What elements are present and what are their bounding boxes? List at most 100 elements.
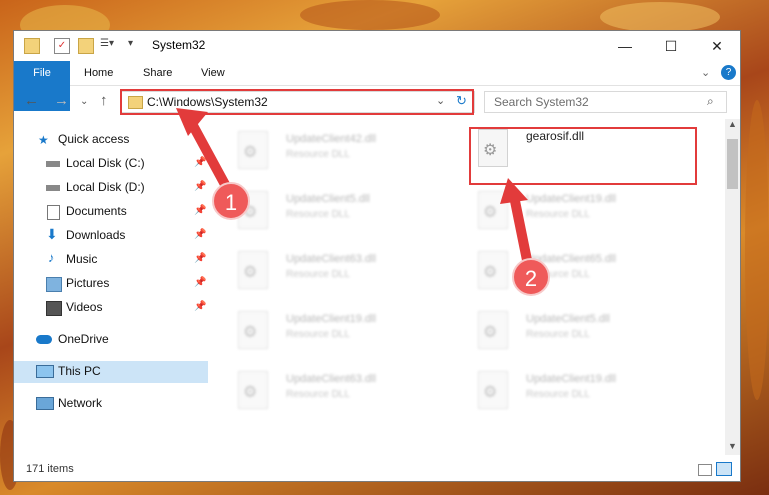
nav-item-label: Network [58,396,103,410]
dropdown-arrow-icon[interactable]: ▾ [128,38,142,52]
nav-item-local-disk-c[interactable]: Local Disk (C:) 📌 [14,153,208,175]
close-button[interactable]: ✕ [694,31,740,61]
file-item[interactable]: UpdateClient63.dll Resource DLL [230,247,460,297]
file-item[interactable]: UpdateClient19.dll Resource DLL [230,307,460,357]
nav-item-pictures[interactable]: Pictures 📌 [14,273,208,295]
background-leaf [600,2,720,32]
minimize-button[interactable]: — [602,31,648,61]
nav-item-music[interactable]: ♪ Music 📌 [14,249,208,271]
pin-icon[interactable]: 📌 [194,181,206,192]
file-item[interactable]: UpdateClient63.dll Resource DLL [230,367,460,417]
nav-item-local-disk-d[interactable]: Local Disk (D:) 📌 [14,177,208,199]
dll-file-icon [478,371,508,409]
file-type: Resource DLL [286,389,350,400]
dll-file-icon [238,131,268,169]
properties-icon[interactable]: ✓ [54,38,70,54]
dll-file-icon [238,251,268,289]
file-type: Resource DLL [526,329,590,340]
star-icon: ★ [38,133,49,147]
file-item[interactable]: UpdateClient5.dll Resource DLL [470,307,700,357]
tab-home[interactable]: Home [84,61,113,85]
dll-file-icon [238,311,268,349]
ribbon-tabs: File Home Share View ⌄ ? [14,61,740,111]
up-icon[interactable]: ↑ [100,92,108,109]
tab-share[interactable]: Share [143,61,172,85]
window-title: System32 [152,38,206,52]
file-name: UpdateClient63.dll [286,253,376,265]
file-name: UpdateClient19.dll [526,193,616,205]
nav-item-label: Documents [66,204,127,218]
file-type: Resource DLL [526,209,590,220]
nav-item-label: Local Disk (C:) [66,156,145,170]
nav-item-label: Downloads [66,228,126,242]
recent-locations-icon[interactable]: ⌄ [80,96,88,107]
file-item[interactable]: UpdateClient5.dll Resource DLL [230,187,460,237]
forward-icon[interactable]: → [54,92,69,109]
nav-item-label: Quick access [58,132,130,146]
pictures-icon [46,277,62,292]
pin-icon[interactable]: 📌 [194,205,206,216]
nav-item-network[interactable]: Network [14,393,208,415]
file-name: UpdateClient42.dll [286,133,376,145]
customize-toolbar-icon[interactable]: ☰▾ [100,38,114,52]
pin-icon[interactable]: 📌 [194,277,206,288]
file-item[interactable]: UpdateClient19.dll Resource DLL [470,187,700,237]
scroll-down-icon[interactable]: ▼ [728,441,737,451]
nav-item-downloads[interactable]: ⬇ Downloads 📌 [14,225,208,247]
pin-icon[interactable]: 📌 [194,157,206,168]
search-box[interactable]: Search System32 ⌕ [484,91,727,113]
nav-item-documents[interactable]: Documents 📌 [14,201,208,223]
file-type: Resource DLL [286,269,350,280]
pin-icon[interactable]: 📌 [194,253,206,264]
pin-icon[interactable]: 📌 [194,301,206,312]
nav-item-videos[interactable]: Videos 📌 [14,297,208,319]
file-item[interactable]: UpdateClient19.dll Resource DLL [470,367,700,417]
scrollbar-thumb[interactable] [727,139,738,189]
nav-item-onedrive[interactable]: OneDrive [14,329,208,351]
dll-file-icon [478,191,508,229]
file-type: Resource DLL [286,209,350,220]
details-view-icon[interactable] [698,464,712,476]
expand-ribbon-icon[interactable]: ⌄ [701,61,710,85]
nav-item-label: Videos [66,300,103,314]
file-name: UpdateClient19.dll [286,313,376,325]
nav-item-quick-access[interactable]: ★ Quick access [14,129,208,151]
folder-icon [24,38,40,54]
file-type: Resource DLL [286,329,350,340]
file-name: UpdateClient5.dll [286,193,370,205]
file-item[interactable]: UpdateClient65.dll Resource DLL [470,247,700,297]
videos-icon [46,301,62,316]
file-item[interactable]: UpdateClient42.dll Resource DLL [230,127,460,177]
nav-item-label: Pictures [66,276,110,290]
large-icons-view-icon[interactable] [716,462,732,476]
help-icon[interactable]: ? [721,65,736,80]
maximize-button[interactable]: ☐ [648,31,694,61]
cloud-icon [36,335,52,344]
vertical-scrollbar[interactable]: ▲ ▼ [725,119,740,455]
scroll-up-icon[interactable]: ▲ [728,119,737,129]
nav-item-label: Local Disk (D:) [66,180,145,194]
pin-icon[interactable]: 📌 [194,229,206,240]
file-name: UpdateClient5.dll [526,313,610,325]
new-folder-icon[interactable] [78,38,94,54]
dll-file-icon [238,371,268,409]
step-1-badge: 1 [212,182,250,220]
search-icon: ⌕ [707,94,714,108]
network-icon [36,397,54,410]
nav-item-this-pc[interactable]: This PC [14,361,208,383]
dll-file-icon [478,311,508,349]
nav-item-label: Music [66,252,98,266]
music-icon: ♪ [48,250,55,265]
navigation-pane: ★ Quick access Local Disk (C:) 📌 Local D… [14,125,210,455]
dll-file-icon [478,251,508,289]
documents-icon [47,205,60,220]
tab-view[interactable]: View [201,61,225,85]
drive-icon [46,185,60,191]
file-type: Resource DLL [286,149,350,160]
back-icon[interactable]: ← [24,92,39,109]
file-name: UpdateClient63.dll [286,373,376,385]
item-count: 171 items [26,463,74,475]
search-placeholder: Search System32 [494,95,589,109]
file-name: UpdateClient19.dll [526,373,616,385]
nav-item-label: This PC [58,364,101,378]
